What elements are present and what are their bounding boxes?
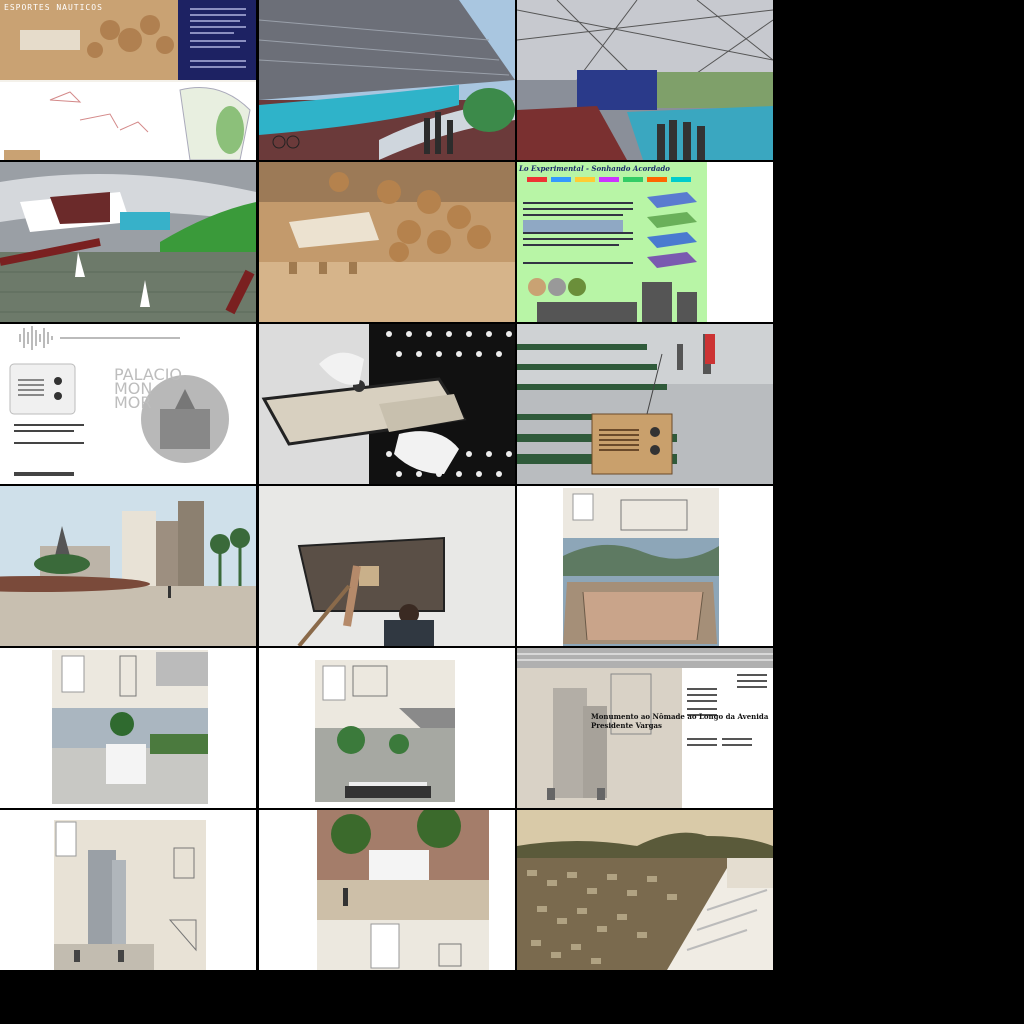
fountain-plaza-photo-image: [0, 486, 256, 646]
tile-canopy-render: [517, 0, 773, 160]
ceiling-hatch-photo-image: [259, 486, 515, 646]
favela-photo-image: [517, 810, 773, 970]
nautical-model-board-image: [0, 0, 256, 160]
tile-aerial-render: [0, 162, 256, 322]
big-text-line: MOR: [114, 393, 152, 412]
tile-wood-model: [259, 162, 515, 322]
tile-white-block-collage: [0, 648, 256, 808]
aerial-render-image: [0, 162, 256, 322]
tile-poolside-render: [259, 0, 515, 160]
tile-title: ESPORTES NAUTICOS: [4, 3, 103, 12]
tile-fountain-plaza-photo: [0, 486, 256, 646]
tile-palacio-board: PALACIO MON MOR: [0, 324, 256, 484]
tile-excavation-collage: [517, 486, 773, 646]
tile-experimental-board: Lo Experimental - Sonhando Acordado: [517, 162, 773, 322]
white-block-collage-image: [0, 648, 256, 808]
excavation-collage-image: [517, 486, 773, 646]
stair-tower-collage-image: [0, 810, 256, 970]
tile-title: Lo Experimental - Sonhando Acordado: [519, 164, 670, 173]
radio-bench-photo-image: [517, 324, 773, 484]
big-text-block: PALACIO MON MOR: [114, 367, 182, 412]
experimental-board-image: [517, 162, 773, 322]
wood-model-image: [259, 162, 515, 322]
tile-title: Monumento ao Nômade ao Longo da Avenida …: [591, 712, 769, 730]
sidewalk-collage-image: [259, 810, 515, 970]
tile-ceiling-hatch-photo: [259, 486, 515, 646]
tile-favela-photo: [517, 810, 773, 970]
poolside-render-image: [259, 0, 515, 160]
tile-radio-bench-photo: [517, 324, 773, 484]
tile-monument-board: Monumento ao Nômade ao Longo da Avenida …: [517, 648, 773, 808]
canopy-render-image: [517, 0, 773, 160]
tile-radio-hands-photo: [259, 324, 515, 484]
tile-sidewalk-collage: [259, 810, 515, 970]
tile-stair-tower-collage: [0, 810, 256, 970]
tile-aerial-street-collage: [259, 648, 515, 808]
radio-hands-photo-image: [259, 324, 515, 484]
tile-nautical-model-board: ESPORTES NAUTICOS: [0, 0, 256, 160]
aerial-street-collage-image: [259, 648, 515, 808]
